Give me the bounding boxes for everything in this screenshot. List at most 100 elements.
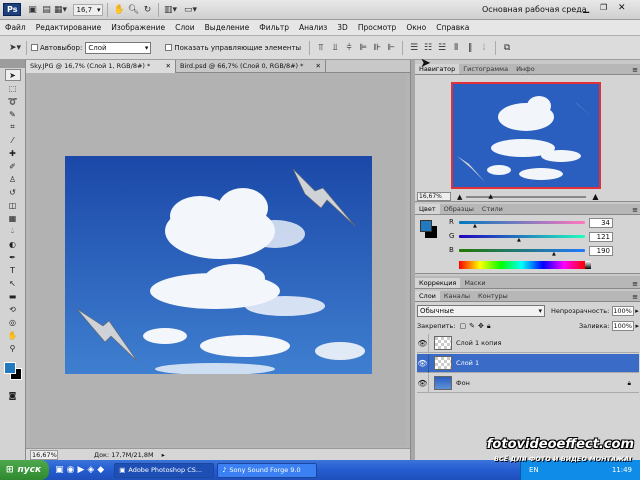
tab-masks[interactable]: Маски bbox=[460, 278, 489, 288]
path-select-icon[interactable]: ↖ bbox=[5, 277, 21, 289]
tab-info[interactable]: Инфо bbox=[512, 64, 539, 74]
b-value-field[interactable]: 190 bbox=[589, 246, 613, 256]
3d-orbit-icon[interactable]: ◎ bbox=[5, 316, 21, 328]
r-value-field[interactable]: 34 bbox=[589, 218, 613, 228]
rotate-view-icon[interactable]: ↻ bbox=[140, 3, 154, 17]
menu-select[interactable]: Выделение bbox=[200, 23, 255, 32]
clone-stamp-icon[interactable]: ♙ bbox=[5, 173, 21, 185]
navigator-zoom-value[interactable]: 16,67% bbox=[417, 192, 451, 201]
tab-bird-document[interactable]: Bird.psd @ 66,7% (Слой 0, RGB/8#) * ✕ bbox=[176, 59, 326, 73]
workspace-switcher[interactable]: Основная рабочая среда bbox=[482, 5, 587, 14]
menu-help[interactable]: Справка bbox=[431, 23, 474, 32]
language-indicator[interactable]: EN bbox=[529, 466, 539, 474]
hand-tool-icon[interactable]: ✋ bbox=[112, 3, 126, 17]
document-image[interactable] bbox=[65, 156, 372, 374]
b-slider[interactable] bbox=[459, 249, 585, 252]
r-slider[interactable] bbox=[459, 221, 585, 224]
fill-field[interactable]: 100% bbox=[612, 321, 635, 331]
zoom-in-icon[interactable]: ▲ bbox=[592, 192, 598, 201]
slider-thumb[interactable]: ▲ bbox=[473, 223, 477, 229]
clock[interactable]: 11:49 bbox=[612, 466, 632, 474]
view-extras-icon[interactable]: ▦▾ bbox=[53, 3, 67, 17]
menu-image[interactable]: Изображение bbox=[106, 23, 170, 32]
opacity-field[interactable]: 100% bbox=[612, 306, 635, 316]
media-player-icon[interactable]: ▶ bbox=[77, 465, 84, 475]
visibility-eye-icon[interactable]: 👁︎ bbox=[417, 373, 429, 393]
type-tool-icon[interactable]: T bbox=[5, 264, 21, 276]
crop-tool-icon[interactable]: ⌗ bbox=[5, 121, 21, 133]
align-bottom-icon[interactable]: ⫩ bbox=[342, 41, 356, 55]
distribute-hcenter-icon[interactable]: ‖ bbox=[463, 41, 477, 55]
eyedropper-tool-icon[interactable]: ⁄ bbox=[5, 134, 21, 146]
lock-all-icon[interactable]: 🔒︎ bbox=[487, 322, 491, 331]
chevron-right-icon[interactable]: ▸ bbox=[635, 307, 639, 315]
eraser-tool-icon[interactable]: ◫ bbox=[5, 199, 21, 211]
grayscale-ramp[interactable] bbox=[585, 261, 591, 269]
tab-histogram[interactable]: Гистограмма bbox=[459, 64, 512, 74]
explorer-icon[interactable]: ◉ bbox=[67, 465, 75, 475]
align-vcenter-icon[interactable]: ⫫ bbox=[328, 41, 342, 55]
g-value-field[interactable]: 121 bbox=[589, 232, 613, 242]
color-foreground-swatch[interactable] bbox=[420, 220, 432, 232]
task-sound-forge[interactable]: ♪ Sony Sound Forge 9.0 bbox=[217, 462, 318, 478]
tab-sky-document[interactable]: Sky.JPG @ 16,7% (Слой 1, RGB/8#) * ✕ bbox=[26, 59, 176, 73]
layer-row-selected[interactable]: 👁︎ Слой 1 bbox=[417, 353, 639, 373]
screen-mode-icon[interactable]: ▭▾ bbox=[183, 3, 197, 17]
navigator-zoom-slider[interactable]: ▲ bbox=[466, 193, 587, 200]
quicklaunch-icon[interactable]: ◆ bbox=[97, 465, 104, 475]
quick-mask-icon[interactable]: ◙ bbox=[5, 389, 21, 401]
shape-tool-icon[interactable]: ▬ bbox=[5, 290, 21, 302]
lock-pixels-icon[interactable]: ✎ bbox=[469, 322, 475, 330]
distribute-left-icon[interactable]: ⦀ bbox=[449, 41, 463, 55]
maximize-button[interactable]: ❐ bbox=[600, 3, 607, 12]
slider-thumb[interactable]: ▲ bbox=[488, 193, 493, 200]
canvas-pasteboard[interactable] bbox=[30, 74, 406, 446]
arrange-documents-icon[interactable]: ▥▾ bbox=[163, 3, 177, 17]
move-tool-icon[interactable]: ➤ bbox=[4, 69, 21, 81]
foreground-color-swatch[interactable] bbox=[4, 362, 16, 374]
menu-3d[interactable]: 3D bbox=[332, 23, 353, 32]
color-spectrum-ramp[interactable] bbox=[459, 261, 585, 269]
close-button[interactable]: ✕ bbox=[618, 3, 626, 13]
start-button[interactable]: ⊞ пуск bbox=[0, 460, 50, 480]
tab-layers[interactable]: Слои bbox=[415, 291, 440, 301]
tab-color[interactable]: Цвет bbox=[415, 204, 440, 214]
menu-edit[interactable]: Редактирование bbox=[31, 23, 106, 32]
panel-menu-icon[interactable]: ≡ bbox=[629, 66, 640, 74]
minimize-button[interactable]: ▁ bbox=[583, 4, 589, 13]
distribute-bottom-icon[interactable]: ☱ bbox=[435, 41, 449, 55]
zoom-tool-icon[interactable]: ⚲ bbox=[5, 342, 21, 354]
healing-brush-icon[interactable]: ✚ bbox=[5, 147, 21, 159]
toolbox-grip[interactable] bbox=[0, 60, 25, 68]
autoselect-checkbox[interactable] bbox=[31, 44, 38, 51]
lasso-tool-icon[interactable]: ➰ bbox=[5, 95, 21, 107]
tab-channels[interactable]: Каналы bbox=[440, 291, 474, 301]
layer-name[interactable]: Фон bbox=[456, 379, 470, 387]
lock-position-icon[interactable]: ✥ bbox=[478, 322, 484, 330]
zoom-tool-icon[interactable]: 🔍︎ bbox=[126, 3, 140, 17]
align-right-icon[interactable]: ⊩ bbox=[384, 41, 398, 55]
tab-styles[interactable]: Стили bbox=[478, 204, 507, 214]
history-brush-icon[interactable]: ↺ bbox=[5, 186, 21, 198]
distribute-vcenter-icon[interactable]: ☷ bbox=[421, 41, 435, 55]
layer-row[interactable]: 👁︎ Фон 🔒︎ bbox=[417, 373, 639, 393]
tab-adjustments[interactable]: Коррекция bbox=[415, 278, 461, 288]
brush-tool-icon[interactable]: ✐ bbox=[5, 160, 21, 172]
quicklaunch-icon[interactable]: ◈ bbox=[87, 465, 94, 475]
menu-analysis[interactable]: Анализ bbox=[294, 23, 332, 32]
zoom-out-icon[interactable]: ▲ bbox=[457, 193, 462, 201]
show-desktop-icon[interactable]: ▣ bbox=[55, 465, 64, 475]
distribute-top-icon[interactable]: ☰ bbox=[407, 41, 421, 55]
close-icon[interactable]: ✕ bbox=[316, 62, 321, 70]
layer-name[interactable]: Слой 1 копия bbox=[456, 339, 501, 347]
navigator-thumbnail[interactable] bbox=[451, 82, 601, 189]
blend-mode-dropdown[interactable]: Обычные ▾ bbox=[417, 305, 545, 317]
visibility-eye-icon[interactable]: 👁︎ bbox=[417, 353, 429, 373]
align-hcenter-icon[interactable]: ⊪ bbox=[370, 41, 384, 55]
distribute-right-icon[interactable]: ⦙ bbox=[477, 41, 491, 55]
chevron-right-icon[interactable]: ▸ bbox=[635, 322, 639, 330]
pen-tool-icon[interactable]: ✒ bbox=[5, 251, 21, 263]
mini-bridge-icon[interactable]: ▤ bbox=[39, 3, 53, 17]
3d-rotate-icon[interactable]: ⟲ bbox=[5, 303, 21, 315]
gradient-tool-icon[interactable]: ▦ bbox=[5, 212, 21, 224]
